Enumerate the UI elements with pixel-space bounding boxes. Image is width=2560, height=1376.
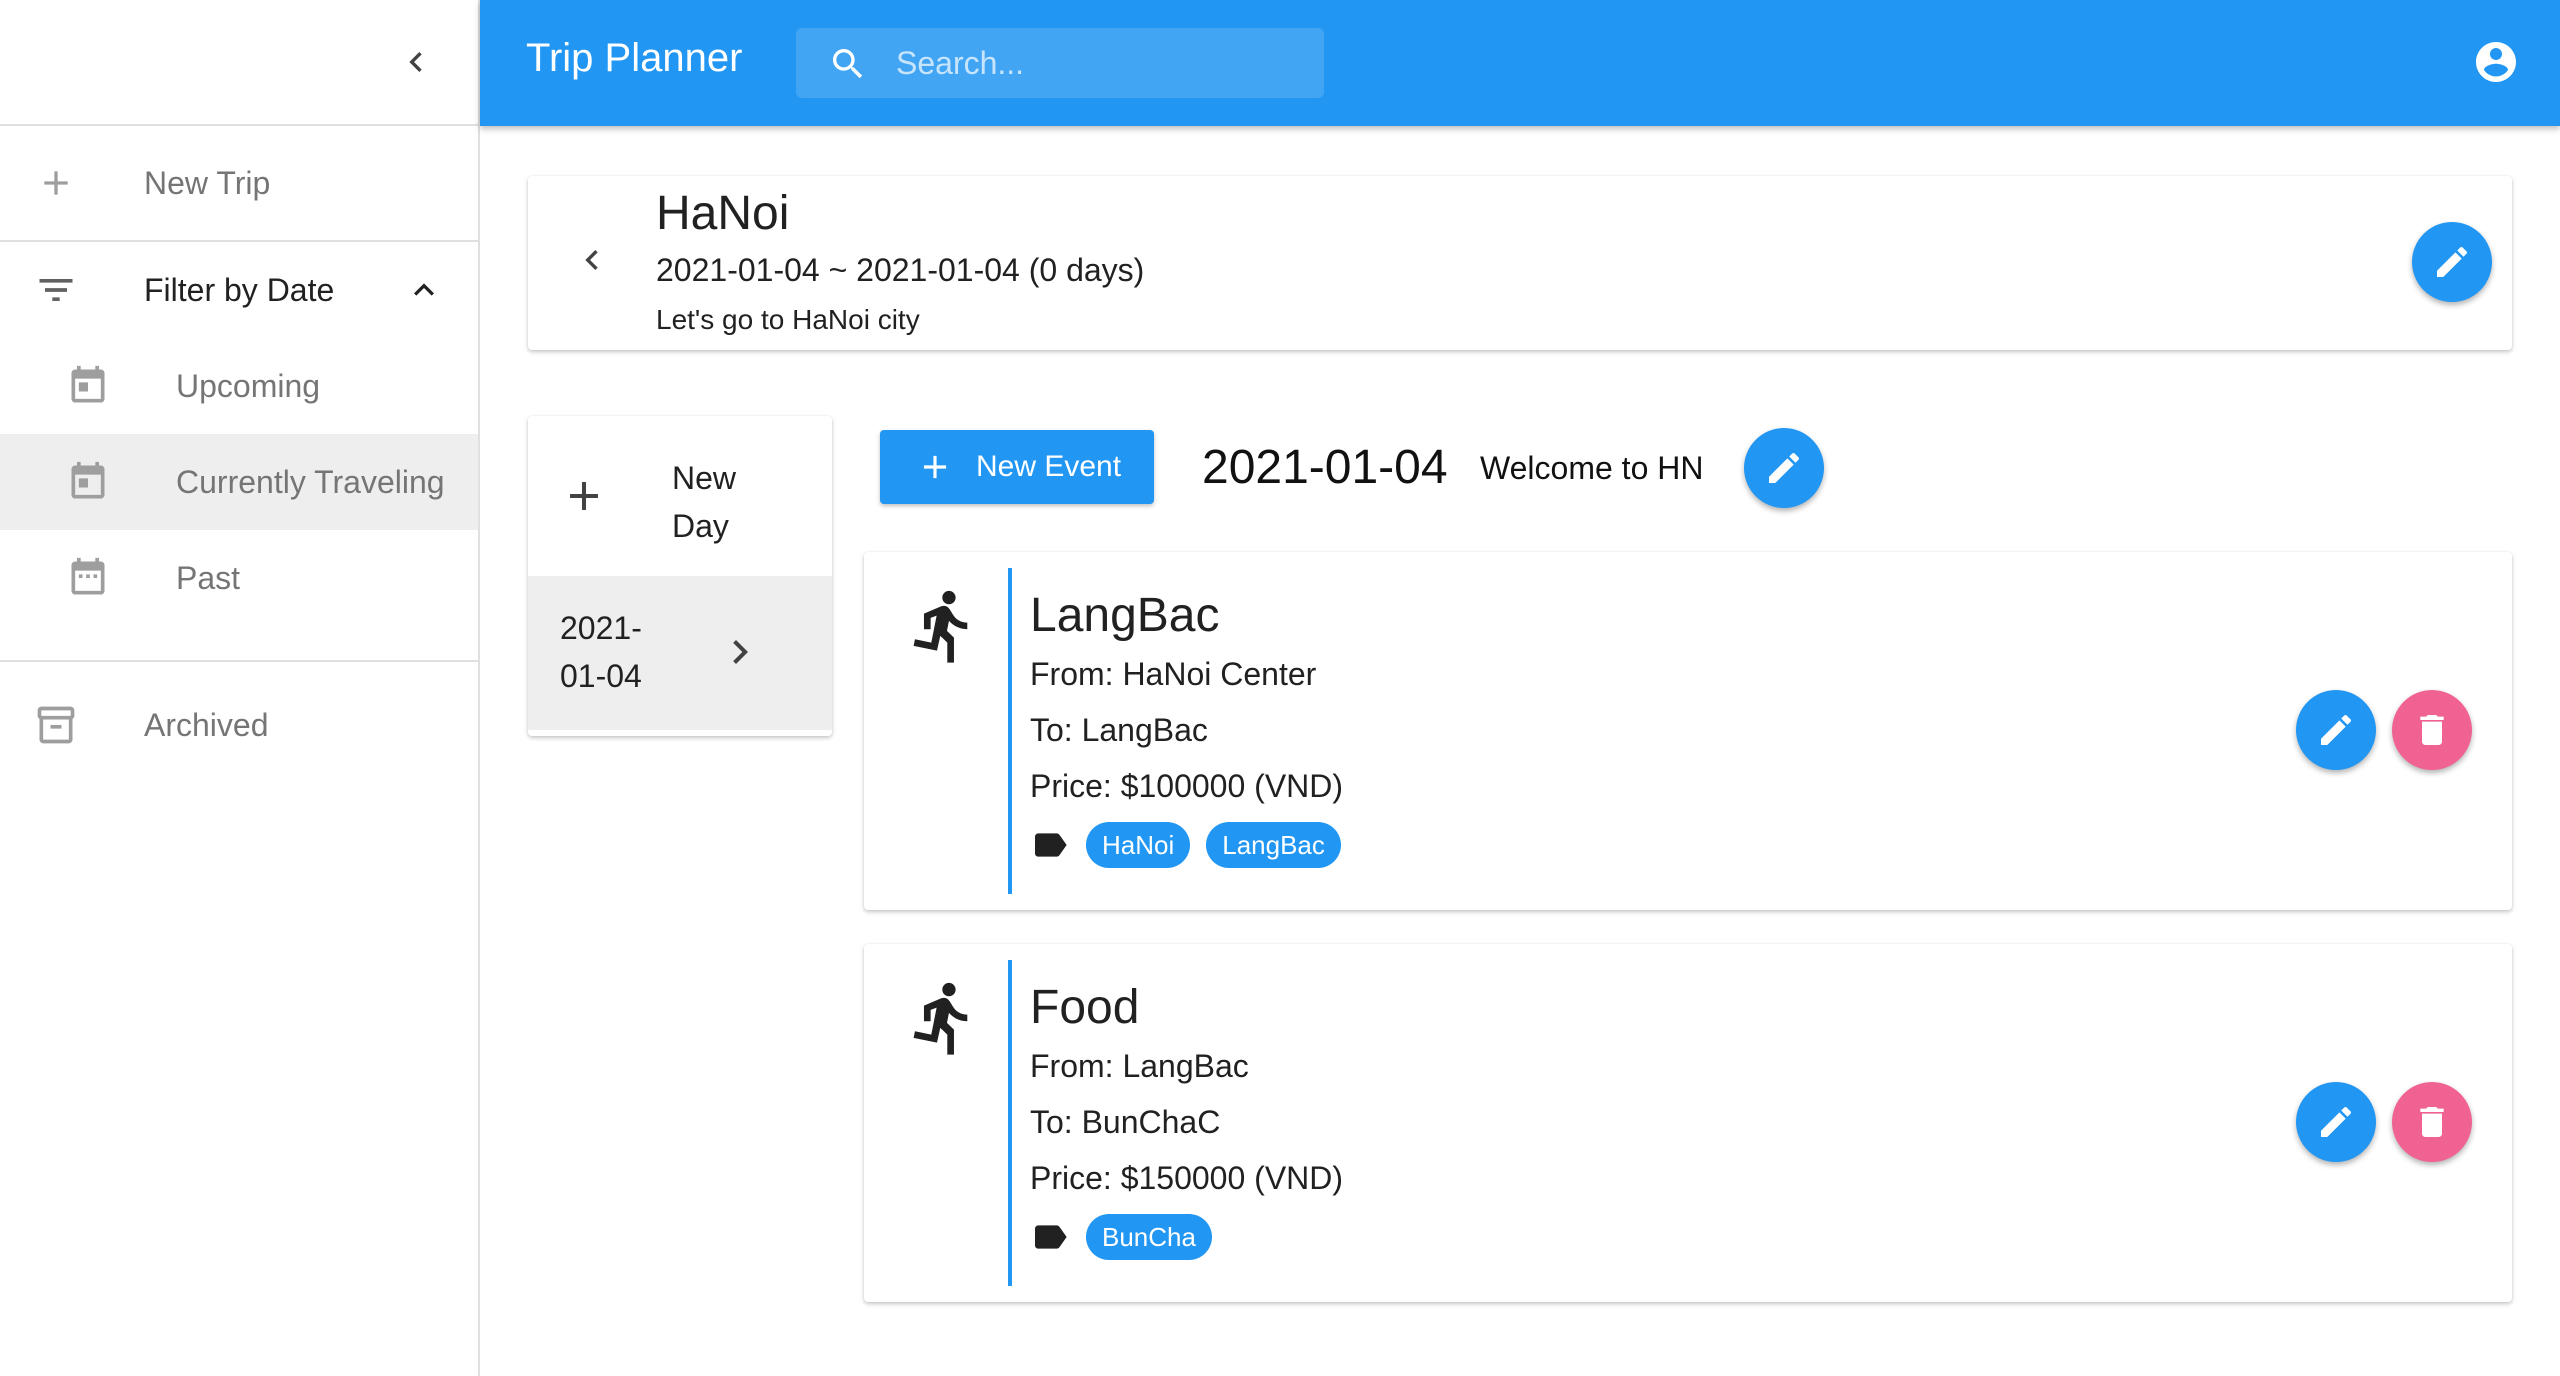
sidebar-item-label: Archived [144, 706, 269, 743]
event-card: LangBac From: HaNoi Center To: LangBac P… [864, 552, 2512, 910]
sidebar-item-label: Past [176, 559, 241, 596]
event-price: Price: $100000 (VND) [1030, 768, 1344, 804]
sidebar-item-currently-traveling[interactable]: Currently Traveling [0, 434, 478, 530]
event-tags: HaNoi LangBac [1030, 822, 1341, 868]
trip-header-card: HaNoi 2021-01-04 ~ 2021-01-04 (0 days) L… [528, 176, 2512, 350]
new-day-label: New Day [672, 460, 737, 544]
day-name: Welcome to HN [1480, 450, 1704, 486]
calendar-today-icon [64, 458, 112, 506]
event-card: Food From: LangBac To: BunChaC Price: $1… [864, 944, 2512, 1302]
sidebar: New Trip Filter by Date Upcoming Current… [0, 0, 480, 1376]
collapse-sidebar-button[interactable] [392, 38, 440, 86]
new-event-label: New Event [976, 450, 1122, 483]
edit-day-button[interactable] [1744, 428, 1824, 508]
event-from: From: HaNoi Center [1030, 656, 1317, 692]
chevron-up-icon [400, 266, 448, 314]
day-list-item[interactable]: 2021-01-04 [528, 576, 832, 730]
chevron-right-icon [733, 640, 748, 664]
event-to: To: BunChaC [1030, 1104, 1221, 1140]
running-person-icon [913, 982, 968, 1055]
sidebar-item-archived[interactable]: Archived [0, 662, 478, 788]
sidebar-item-upcoming[interactable]: Upcoming [0, 338, 478, 434]
sidebar-item-new-trip[interactable]: New Trip [0, 126, 478, 240]
event-accent-line [1008, 568, 1012, 894]
label-icon [1035, 1225, 1067, 1249]
edit-trip-button[interactable] [2412, 222, 2492, 302]
event-name: LangBac [1030, 589, 1220, 642]
sidebar-item-filter-by-date[interactable]: Filter by Date [0, 242, 478, 338]
trip-dates: 2021-01-04 ~ 2021-01-04 (0 days) [656, 252, 1145, 288]
search-icon [833, 49, 863, 79]
running-person-icon [913, 590, 968, 663]
tag-chip[interactable]: HaNoi [1086, 822, 1191, 868]
tag-chip[interactable]: LangBac [1206, 822, 1341, 868]
pencil-icon [2321, 714, 2352, 745]
search-input[interactable] [896, 28, 1306, 98]
pencil-icon [2321, 1106, 2352, 1137]
event-accent-line [1008, 960, 1012, 1286]
trip-title: HaNoi [656, 187, 790, 240]
sidebar-header [0, 0, 478, 126]
sidebar-item-label: Currently Traveling [176, 463, 445, 500]
back-button[interactable] [568, 236, 616, 284]
sidebar-item-past[interactable]: Past [0, 530, 478, 626]
calendar-today-icon [64, 362, 112, 410]
pencil-icon [1769, 452, 1800, 483]
sidebar-item-label: Upcoming [176, 367, 321, 404]
event-tags: BunCha [1030, 1214, 1212, 1260]
edit-event-button[interactable] [2296, 1082, 2376, 1162]
trash-icon [2420, 715, 2444, 745]
new-event-button[interactable]: New Event [880, 430, 1154, 504]
plus-icon [570, 482, 598, 510]
trip-description: Let's go to HaNoi city [656, 304, 920, 335]
tag-chip[interactable]: BunCha [1086, 1214, 1212, 1260]
plus-icon [923, 455, 947, 479]
filter-list-icon [32, 266, 80, 314]
event-name: Food [1030, 981, 1140, 1034]
app-bar: Trip Planner [480, 0, 2560, 126]
delete-event-button[interactable] [2392, 690, 2472, 770]
label-icon [1035, 833, 1067, 857]
inbox-icon [32, 701, 80, 749]
day-date: 2021-01-04 [1202, 441, 1448, 494]
event-from: From: LangBac [1030, 1048, 1249, 1084]
sidebar-item-label: Filter by Date [144, 271, 335, 308]
day-list: New Day 2021-01-04 [528, 416, 832, 736]
chevron-left-icon [409, 52, 422, 72]
event-price: Price: $150000 (VND) [1030, 1160, 1344, 1196]
delete-event-button[interactable] [2392, 1082, 2472, 1162]
account-circle-icon [2476, 42, 2516, 82]
account-button[interactable] [2472, 38, 2520, 86]
calendar-view-day-icon [64, 554, 112, 602]
event-to: To: LangBac [1030, 712, 1208, 748]
edit-event-button[interactable] [2296, 690, 2376, 770]
sidebar-item-label: New Trip [144, 164, 271, 201]
chevron-left-icon [585, 250, 598, 270]
trash-icon [2420, 1107, 2444, 1137]
new-day-button[interactable]: New Day [528, 416, 832, 576]
pencil-icon [2437, 246, 2468, 277]
day-list-item-label: 2021-01-04 [560, 610, 642, 694]
plus-icon [32, 159, 80, 207]
app-title: Trip Planner [526, 36, 743, 80]
search-box [796, 28, 1324, 98]
